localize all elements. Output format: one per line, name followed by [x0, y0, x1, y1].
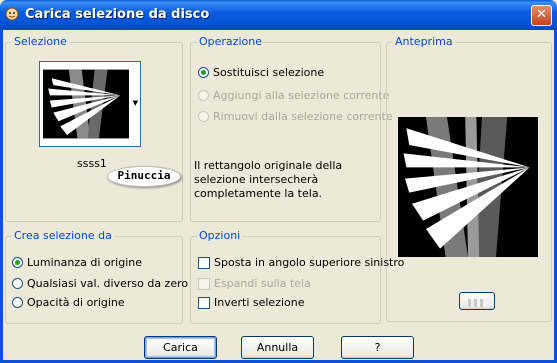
anteprima-group: Anteprima [386, 35, 552, 322]
anteprima-group-title: Anteprima [393, 35, 455, 48]
checkbox-espandi: Espandi sulla tela [198, 277, 311, 290]
operazione-group: Operazione Sostituisci selezione Aggiung… [190, 35, 393, 222]
close-icon: ✕ [536, 7, 547, 22]
crea-selezione-group: Crea selezione da Luminanza di origine Q… [5, 229, 188, 324]
radio-indicator[interactable] [198, 67, 209, 78]
checkbox-indicator[interactable] [198, 296, 210, 309]
checkbox-sposta[interactable]: Sposta in angolo superiore sinistro [198, 256, 404, 269]
checkbox-label: Sposta in angolo superiore sinistro [214, 256, 405, 269]
radio-opacita[interactable]: Opacità di origine [12, 296, 125, 309]
radio-sostituisci[interactable]: Sostituisci selezione [198, 66, 324, 79]
radio-label: Luminanza di origine [27, 256, 142, 269]
close-button[interactable]: ✕ [531, 5, 552, 26]
selection-thumbnail [43, 69, 129, 139]
pinuccia-watermark: Pinuccia [107, 166, 181, 187]
radio-label: Aggiungi alla selezione corrente [213, 89, 390, 102]
radio-aggiungi: Aggiungi alla selezione corrente [198, 89, 389, 102]
carica-button[interactable]: Carica [144, 336, 217, 359]
watermark-text: Pinuccia [117, 169, 171, 182]
title-bar[interactable]: Carica selezione da disco ✕ [0, 0, 557, 30]
help-button[interactable]: ? [341, 336, 414, 359]
checkbox-label: Inverti selezione [214, 296, 305, 309]
checker-icon [468, 299, 486, 307]
operation-info-text: Il rettangolo originale della selezione … [194, 159, 343, 200]
annulla-button[interactable]: Annulla [241, 336, 314, 359]
app-icon [5, 7, 19, 21]
selection-thumbnail-picker[interactable]: ▼ [39, 61, 141, 147]
window-frame-left [0, 30, 3, 363]
crea-selezione-group-title: Crea selezione da [12, 229, 114, 242]
preview-image [398, 117, 538, 257]
window-title: Carica selezione da disco [25, 7, 210, 22]
radio-label: Rimuovi dalla selezione corrente [213, 110, 393, 123]
radio-label: Opacità di origine [27, 296, 125, 309]
radio-indicator [198, 90, 209, 101]
checkbox-indicator[interactable] [198, 256, 210, 269]
radio-indicator[interactable] [12, 297, 23, 308]
radio-indicator [198, 111, 209, 122]
checkbox-indicator [198, 277, 210, 290]
checkbox-inverti[interactable]: Inverti selezione [198, 296, 305, 309]
preview-zoom-button[interactable] [459, 292, 495, 310]
selection-file-name: ssss1 [77, 157, 107, 170]
checkbox-label: Espandi sulla tela [214, 277, 311, 290]
operazione-group-title: Operazione [197, 35, 264, 48]
radio-qualsiasi[interactable]: Qualsiasi val. diverso da zero [12, 277, 188, 290]
radio-label: Qualsiasi val. diverso da zero [27, 277, 189, 290]
radio-label: Sostituisci selezione [213, 66, 325, 79]
selezione-group: Selezione ▼ ssss1 Pinuccia [5, 35, 183, 222]
radio-indicator[interactable] [12, 257, 23, 268]
opzioni-group: Opzioni Sposta in angolo superiore sinis… [190, 229, 404, 324]
radio-luminanza[interactable]: Luminanza di origine [12, 256, 142, 269]
selezione-group-title: Selezione [12, 35, 69, 48]
radio-rimuovi: Rimuovi dalla selezione corrente [198, 110, 393, 123]
radio-indicator[interactable] [12, 278, 23, 289]
chevron-down-icon[interactable]: ▼ [133, 100, 138, 107]
opzioni-group-title: Opzioni [197, 229, 243, 242]
